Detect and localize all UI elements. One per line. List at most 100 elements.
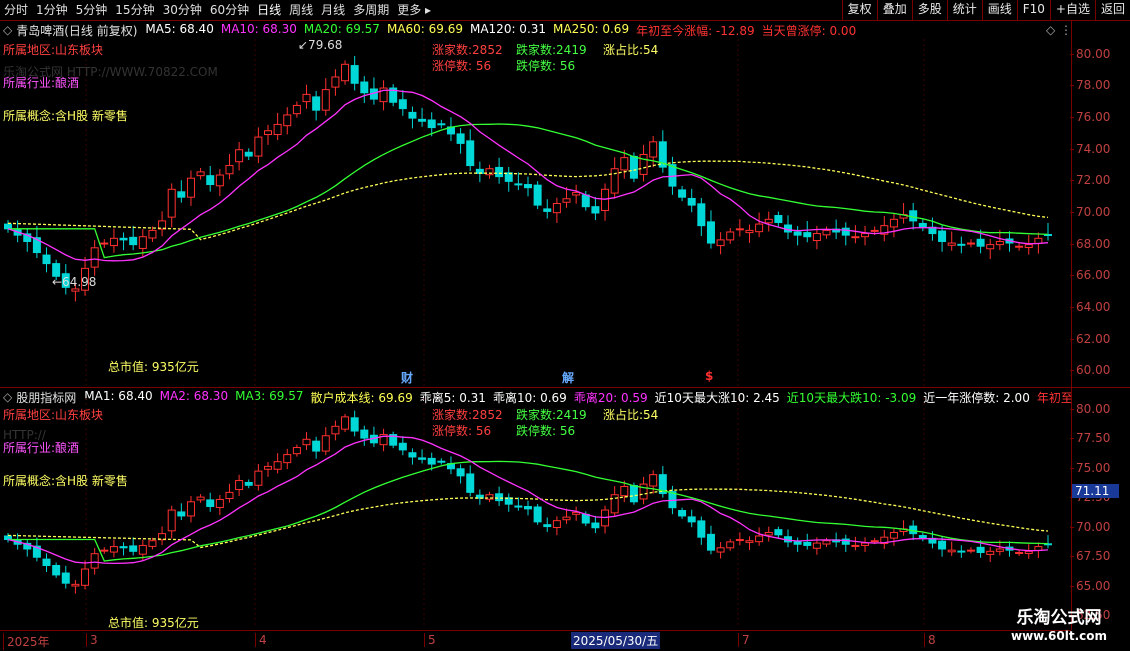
candlestick[interactable] [23, 538, 32, 557]
candlestick[interactable] [764, 211, 773, 232]
candlestick[interactable] [466, 129, 475, 172]
candlestick[interactable] [215, 169, 224, 197]
candlestick[interactable] [543, 199, 552, 219]
candlestick[interactable] [61, 565, 70, 589]
candlestick[interactable] [446, 456, 455, 475]
candlestick[interactable] [475, 161, 484, 183]
candlestick[interactable] [158, 526, 167, 546]
candlestick[interactable] [495, 486, 504, 506]
timeframe-tab[interactable]: 更多 ▸ [393, 0, 435, 20]
candlestick[interactable] [148, 226, 157, 242]
candlestick[interactable] [1024, 544, 1033, 559]
candlestick[interactable] [389, 431, 398, 449]
candlestick[interactable] [302, 84, 311, 109]
candlestick[interactable] [244, 148, 253, 161]
timeframe-tab[interactable]: 日线 [253, 0, 285, 20]
candlestick[interactable] [774, 526, 783, 538]
candlestick[interactable] [321, 427, 330, 456]
candlestick[interactable] [726, 538, 735, 551]
candlestick[interactable] [254, 127, 263, 164]
menu-dots-icon[interactable]: ⋮ [1060, 23, 1072, 37]
candlestick[interactable] [312, 436, 321, 459]
candlestick[interactable] [456, 464, 465, 484]
candlestick[interactable] [658, 466, 667, 498]
event-marker[interactable]: 财 [401, 369, 413, 386]
candlestick[interactable] [658, 130, 667, 173]
candlestick[interactable] [726, 228, 735, 244]
candlestick[interactable] [601, 505, 610, 534]
candlestick[interactable] [186, 170, 195, 206]
candlestick[interactable] [504, 493, 513, 512]
candlestick[interactable] [119, 542, 128, 556]
candlestick[interactable] [697, 516, 706, 545]
candlestick[interactable] [273, 453, 282, 474]
candlestick[interactable] [167, 505, 176, 539]
candlestick[interactable] [697, 197, 706, 236]
candlestick[interactable] [610, 486, 619, 518]
candlestick[interactable] [418, 449, 427, 464]
candlestick[interactable] [215, 495, 224, 516]
candlestick[interactable] [196, 167, 205, 180]
toolbar-button[interactable]: 画线 [981, 0, 1017, 20]
candlestick[interactable] [841, 222, 850, 246]
candlestick[interactable] [109, 228, 118, 253]
candlestick[interactable] [100, 547, 109, 554]
toolbar-button[interactable]: 叠加 [876, 0, 912, 20]
candlestick[interactable] [678, 185, 687, 202]
candlestick[interactable] [552, 197, 561, 223]
candlestick[interactable] [264, 462, 272, 477]
candlestick[interactable] [524, 500, 532, 516]
candlestick[interactable] [784, 215, 792, 240]
candlestick[interactable] [986, 238, 995, 260]
candlestick[interactable] [687, 509, 696, 528]
candlestick[interactable] [504, 166, 513, 192]
candlestick[interactable] [225, 483, 234, 503]
candlestick[interactable] [533, 504, 542, 525]
candlestick[interactable] [389, 84, 398, 107]
candlestick[interactable] [793, 226, 802, 246]
candlestick[interactable] [71, 579, 80, 594]
timeframe-tab[interactable]: 月线 [317, 0, 349, 20]
candlestick[interactable] [851, 536, 860, 551]
candlestick[interactable] [167, 183, 176, 228]
candlestick[interactable] [784, 529, 792, 548]
candlestick[interactable] [601, 183, 610, 221]
candlestick[interactable] [639, 476, 648, 505]
candlestick[interactable] [4, 220, 12, 233]
candlestick[interactable] [514, 172, 523, 191]
candlestick[interactable] [803, 533, 812, 550]
diamond-icon[interactable]: ◇ [1046, 23, 1055, 37]
candlestick[interactable] [206, 492, 215, 512]
event-marker[interactable]: $ [705, 369, 713, 383]
candlestick[interactable] [639, 144, 648, 182]
candlestick[interactable] [678, 507, 687, 519]
candlestick[interactable] [514, 497, 523, 511]
candlestick[interactable] [109, 539, 118, 558]
candlestick[interactable] [706, 525, 715, 555]
candlestick[interactable] [273, 112, 282, 141]
candlestick[interactable] [745, 224, 754, 243]
candlestick[interactable] [235, 474, 244, 497]
timeframe-tab[interactable]: 分时 [0, 0, 32, 20]
candlestick[interactable] [158, 211, 167, 237]
candlestick[interactable] [456, 128, 465, 154]
candlestick[interactable] [957, 545, 966, 558]
candlestick[interactable] [764, 526, 773, 542]
candlestick[interactable] [803, 221, 812, 243]
timeframe-tab[interactable]: 5分钟 [72, 0, 112, 20]
candlestick[interactable] [745, 536, 754, 551]
candlestick[interactable] [543, 517, 552, 532]
candlestick[interactable] [119, 232, 128, 251]
candlestick[interactable] [360, 425, 369, 446]
candlestick[interactable] [947, 231, 956, 251]
candlestick[interactable] [572, 184, 581, 204]
candlestick[interactable] [283, 107, 292, 135]
candlestick[interactable] [793, 537, 802, 552]
candlestick[interactable] [966, 547, 975, 554]
toolbar-button[interactable]: F10 [1016, 0, 1050, 20]
candlestick[interactable] [957, 236, 966, 254]
candlestick[interactable] [90, 240, 99, 276]
candlestick[interactable] [735, 532, 744, 546]
candlestick[interactable] [446, 117, 455, 142]
candlestick[interactable] [591, 197, 600, 221]
